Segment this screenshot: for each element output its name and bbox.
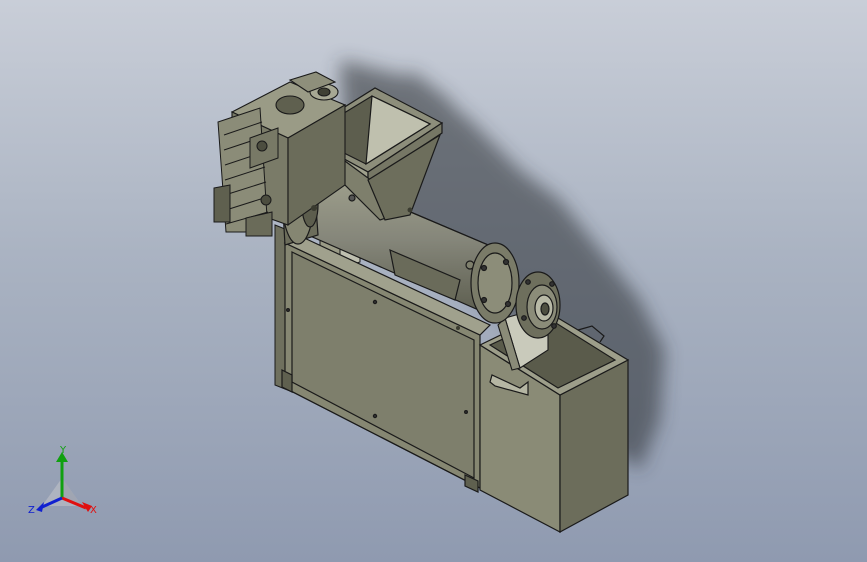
barrel-flange — [470, 242, 520, 324]
outlet-head — [515, 271, 561, 339]
y-axis-label: Y — [60, 445, 67, 456]
z-axis-label: Z — [28, 505, 35, 516]
cad-model-scene — [213, 60, 665, 534]
x-axis-label: X — [90, 505, 97, 516]
axis-triad: Y X Z — [22, 446, 106, 524]
cad-viewport[interactable]: Y X Z — [0, 0, 867, 562]
